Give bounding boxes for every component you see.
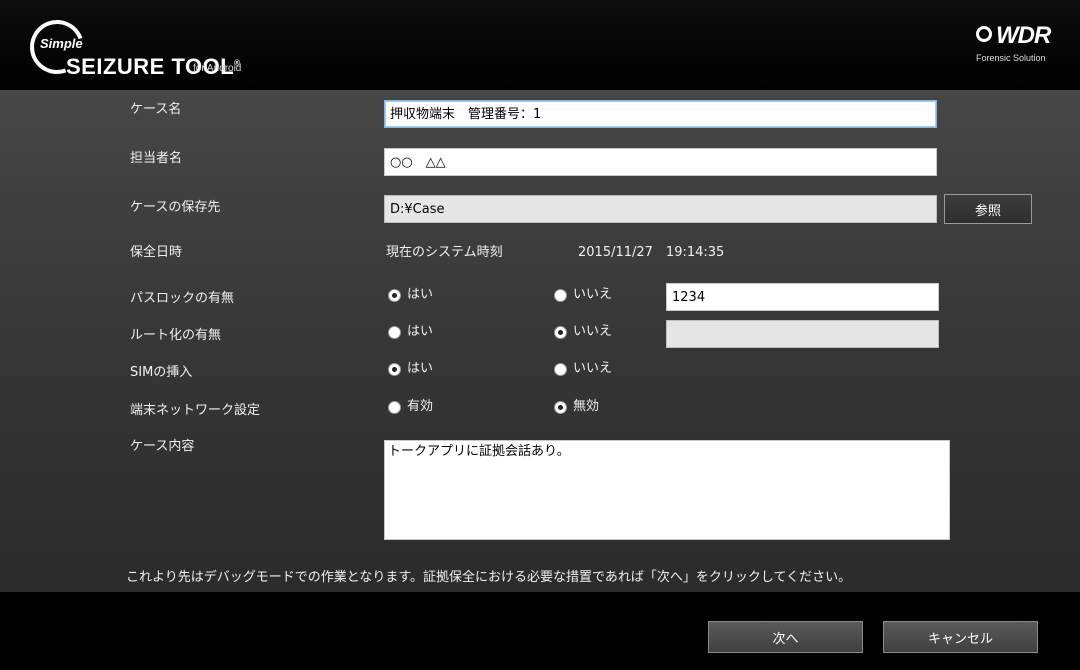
network-disabled-label: 無効	[573, 399, 600, 414]
sim-yes-label: はい	[407, 361, 434, 376]
cancel-button[interactable]: キャンセル	[883, 621, 1038, 653]
passlock-yes-radio[interactable]: はい	[388, 286, 433, 304]
radio-unchecked-icon	[554, 288, 567, 302]
sim-no-radio[interactable]: いいえ	[554, 360, 612, 378]
case-name-input[interactable]: 押収物端末 管理番号：1	[384, 100, 937, 128]
network-disabled-radio[interactable]: 無効	[554, 398, 599, 416]
preserve-time-value: 2015/11/27 19:14:35	[578, 245, 725, 260]
passcode-input[interactable]: 1234	[666, 283, 939, 311]
app-header: Simple SEIZURE TOOL® for Android WDR For…	[0, 0, 1080, 90]
passlock-no-radio[interactable]: いいえ	[554, 286, 612, 304]
logo-simple-text: Simple	[40, 36, 83, 51]
preserve-time-mode: 現在のシステム時刻	[386, 245, 503, 260]
officer-input[interactable]: ○○ △△	[384, 148, 937, 176]
root-label: ルート化の有無	[130, 328, 222, 343]
case-name-label: ケース名	[130, 102, 182, 117]
debug-mode-notice: これより先はデバッグモードでの作業となります。証拠保全における必要な措置であれば…	[126, 570, 852, 585]
network-label: 端末ネットワーク設定	[130, 403, 261, 418]
radio-unchecked-icon	[388, 400, 401, 414]
preserve-time-label: 保全日時	[130, 245, 183, 260]
radio-checked-icon	[554, 400, 567, 414]
radio-checked-icon	[388, 362, 401, 376]
brand-name: WDR	[996, 22, 1051, 49]
passlock-label: パスロックの有無	[130, 291, 235, 306]
radio-checked-icon	[554, 325, 567, 339]
radio-unchecked-icon	[554, 362, 567, 376]
network-enabled-label: 有効	[407, 399, 434, 414]
radio-unchecked-icon	[388, 325, 401, 339]
root-no-radio[interactable]: いいえ	[554, 323, 612, 341]
save-path-input[interactable]: D:¥Case	[384, 195, 937, 223]
officer-label: 担当者名	[130, 151, 183, 166]
seizure-tool-logo: Simple SEIZURE TOOL® for Android	[21, 11, 268, 84]
browse-button[interactable]: 参照	[944, 194, 1032, 224]
root-yes-radio[interactable]: はい	[388, 323, 433, 341]
logo-subtitle: for Android	[193, 63, 242, 74]
case-content-label: ケース内容	[130, 439, 195, 454]
network-enabled-radio[interactable]: 有効	[388, 398, 433, 416]
wdr-mark-icon	[976, 26, 992, 42]
radio-checked-icon	[388, 288, 401, 302]
passlock-yes-label: はい	[407, 287, 434, 302]
sim-no-label: いいえ	[573, 361, 613, 376]
passlock-no-label: いいえ	[573, 287, 613, 302]
next-button[interactable]: 次へ	[708, 621, 863, 653]
sim-label: SIMの挿入	[130, 365, 193, 380]
case-content-textarea[interactable]: トークアプリに証拠会話あり。	[384, 440, 950, 540]
root-no-label: いいえ	[573, 324, 613, 339]
root-detail-input[interactable]	[666, 320, 939, 348]
sim-yes-radio[interactable]: はい	[388, 360, 433, 378]
save-path-label: ケースの保存先	[130, 200, 221, 215]
root-yes-label: はい	[407, 324, 434, 339]
brand-tagline: Forensic Solution	[976, 53, 1046, 63]
wdr-logo: WDR Forensic Solution	[970, 22, 1070, 70]
